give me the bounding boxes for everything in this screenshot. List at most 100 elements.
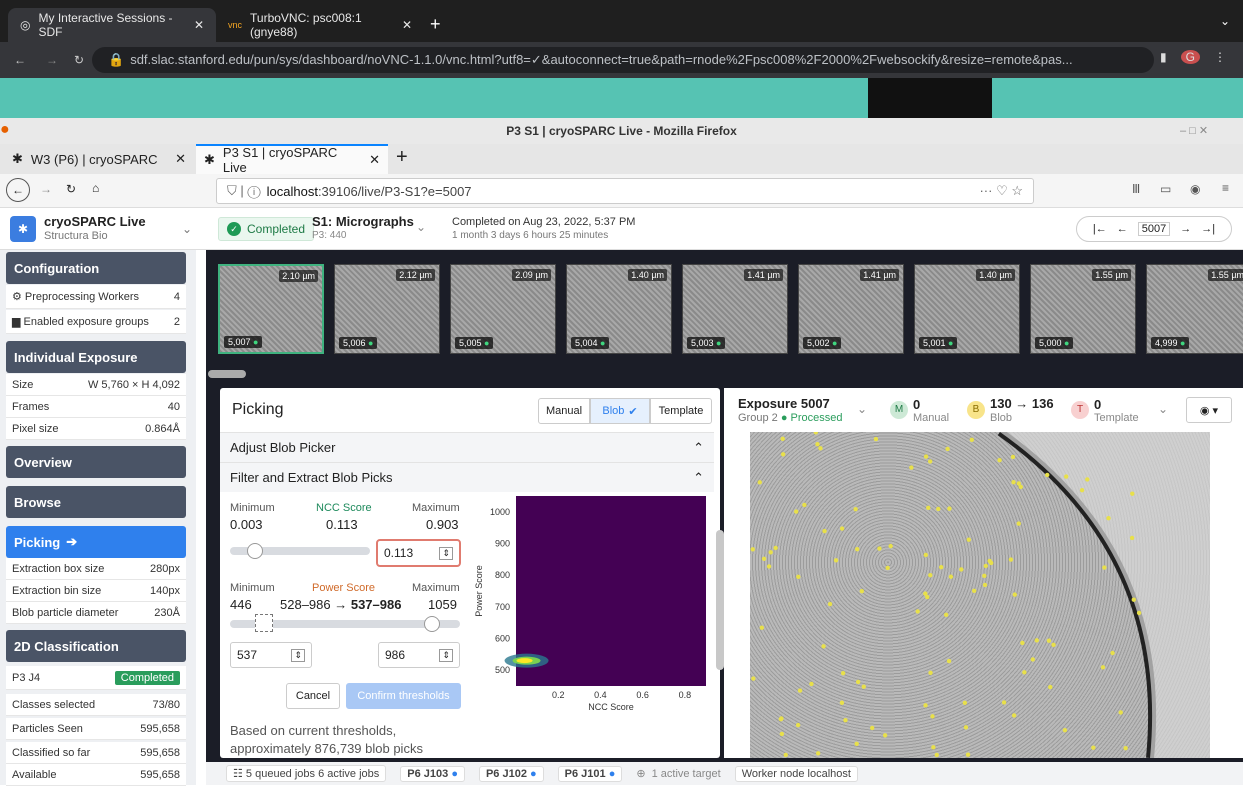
pick-marker [815, 751, 821, 756]
close-icon[interactable]: ✕ [369, 152, 380, 168]
exposure-thumbnail[interactable]: 2.09 µm 5,005 [450, 264, 556, 354]
section-browse[interactable]: Browse [6, 486, 186, 518]
pick-marker [773, 545, 778, 551]
pick-marker [1016, 521, 1021, 526]
exposure-thumbnail[interactable]: 2.12 µm 5,006 [334, 264, 440, 354]
stepper-icon[interactable]: ⇕ [439, 546, 453, 560]
power-slider-low-thumb[interactable] [255, 614, 273, 632]
section-2d-class[interactable]: 2D Classification [6, 630, 186, 662]
filter-extract-header[interactable]: Filter and Extract Blob Picks ⌃ [220, 462, 714, 492]
close-icon[interactable]: ✕ [402, 18, 412, 32]
x-tick-label: 0.8 [679, 690, 692, 700]
mode-manual[interactable]: Manual [538, 398, 590, 424]
chevron-down-icon[interactable]: ⌄ [182, 222, 192, 236]
queue-pill[interactable]: ☷ 5 queued jobs 6 active jobs [226, 765, 387, 782]
micrograph-overlay [750, 432, 1210, 758]
new-tab-icon[interactable]: + [430, 14, 441, 35]
next-icon[interactable]: → [1180, 223, 1191, 235]
reload-icon[interactable]: ↻ [66, 182, 76, 196]
strip-scrollbar[interactable] [208, 370, 246, 378]
exposure-thumbnail[interactable]: 1.40 µm 5,001 [914, 264, 1020, 354]
ff-url-field[interactable]: ⛉ | ⓘ localhost:39106/live/P3-S1?e=5007 … [216, 178, 1034, 204]
exposure-thumbnail[interactable]: 2.10 µm 5,007 [218, 264, 324, 354]
pick-marker [1045, 472, 1050, 478]
back-icon[interactable]: ← [6, 178, 30, 202]
mode-template[interactable]: Template [650, 398, 712, 424]
back-icon[interactable]: ← [14, 53, 26, 67]
close-icon[interactable]: ✕ [194, 18, 204, 32]
menu-icon[interactable]: ≡ [1222, 181, 1229, 195]
window-controls[interactable]: – □ ✕ [1180, 124, 1208, 137]
pick-marker [802, 502, 807, 508]
power-high-input[interactable]: 986 ⇕ [378, 642, 460, 668]
power-min: 446 [230, 597, 252, 612]
picking-title: Picking [232, 401, 284, 418]
ff-tab-p3s1[interactable]: ✱ P3 S1 | cryoSPARC Live ✕ [196, 144, 388, 175]
power-low-input[interactable]: 537 ⇕ [230, 642, 312, 668]
exposure-thumbnail[interactable]: 1.41 µm 5,002 [798, 264, 904, 354]
prev-icon[interactable]: ← [1117, 223, 1128, 235]
pick-marker [780, 452, 786, 457]
power-slider-high-thumb[interactable] [424, 616, 440, 632]
ncc-slider-thumb[interactable] [246, 543, 263, 559]
job-pill-j101[interactable]: P6 J101 ● [557, 765, 623, 782]
pick-marker [966, 537, 972, 542]
ncc-min-label: Minimum [230, 502, 275, 514]
exposure-thumbnail[interactable]: 1.41 µm 5,003 [682, 264, 788, 354]
chrome-tab-sessions[interactable]: ◎ My Interactive Sessions - SDF ✕ [8, 8, 216, 42]
exposure-thumbnail[interactable]: 1.55 µm 5,000 [1030, 264, 1136, 354]
ff-tab-w3[interactable]: ✱ W3 (P6) | cryoSPARC ✕ [4, 144, 194, 174]
stepper-icon[interactable]: ⇕ [439, 648, 453, 662]
pick-marker [962, 700, 968, 706]
pick-marker [796, 574, 801, 580]
session-title[interactable]: S1: Micrographs [312, 214, 414, 229]
chrome-url-field[interactable]: 🔒 sdf.slac.stanford.edu/pun/sys/dashboar… [92, 47, 1154, 73]
worker-pill[interactable]: Worker node localhost [734, 765, 858, 782]
new-tab-icon[interactable]: + [396, 146, 408, 169]
first-icon[interactable]: |← [1093, 223, 1107, 235]
exposure-thumbnail[interactable]: 1.40 µm 5,004 [566, 264, 672, 354]
cancel-button[interactable]: Cancel [286, 683, 340, 709]
section-individual-exposure[interactable]: Individual Exposure [6, 341, 186, 373]
job-pill-j102[interactable]: P6 J102 ● [478, 765, 544, 782]
pick-marker [783, 752, 788, 758]
section-picking[interactable]: Picking ➔ [6, 526, 186, 558]
panel-scrollbar[interactable] [716, 530, 724, 670]
forward-icon[interactable]: → [40, 182, 52, 196]
chevron-down-icon[interactable]: ⌄ [1158, 402, 1168, 416]
last-icon[interactable]: →| [1201, 223, 1215, 235]
menu-icon[interactable]: ⋮ [1214, 50, 1226, 64]
exposure-thumbnail[interactable]: 1.55 µm 4,999 [1146, 264, 1243, 354]
page-actions[interactable]: ··· ♡ ☆ [979, 183, 1023, 199]
reload-icon[interactable]: ↻ [74, 53, 84, 67]
forward-icon[interactable]: → [46, 53, 58, 67]
adjust-blob-header[interactable]: Adjust Blob Picker ⌃ [220, 432, 714, 462]
chevron-up-icon: ⌃ [693, 439, 704, 455]
section-configuration[interactable]: Configuration [6, 252, 186, 284]
chevron-down-icon[interactable]: ⌄ [416, 220, 426, 234]
chrome-tab-vnc[interactable]: vnc TurboVNC: psc008:1 (gnye88) ✕ [216, 8, 424, 42]
extension-icon[interactable]: ◉ [1190, 182, 1200, 196]
chevron-down-icon[interactable]: ⌄ [1220, 14, 1230, 28]
view-options-button[interactable]: ◉ ▾ [1186, 397, 1232, 423]
y-tick-label: 500 [495, 665, 510, 675]
home-icon[interactable]: ⌂ [92, 181, 99, 195]
completed-badge[interactable]: Completed [114, 670, 180, 685]
section-overview[interactable]: Overview [6, 446, 186, 478]
pick-marker [945, 446, 950, 452]
profile-icon[interactable]: G [1180, 50, 1200, 64]
stepper-icon[interactable]: ⇕ [291, 648, 305, 662]
sidebar-icon[interactable]: ▮ [1160, 50, 1167, 64]
job-pill-j103[interactable]: P6 J103 ● [400, 765, 465, 782]
completed-ago: 1 month 3 days 6 hours 25 minutes [452, 230, 609, 241]
exposure-id-label: 5,004 [571, 337, 610, 349]
ncc-min: 0.003 [230, 517, 263, 532]
ncc-input[interactable]: 0.113 ⇕ [376, 539, 461, 567]
exposure-number-input[interactable]: 5007 [1137, 222, 1171, 236]
library-icon[interactable]: Ⅲ [1132, 182, 1140, 196]
mode-blob[interactable]: Blob ✔ [590, 398, 650, 424]
confirm-thresholds-button[interactable]: Confirm thresholds [346, 683, 461, 709]
sidebar-icon[interactable]: ▭ [1160, 182, 1171, 196]
chevron-down-icon[interactable]: ⌄ [857, 402, 867, 416]
close-icon[interactable]: ✕ [175, 151, 186, 167]
